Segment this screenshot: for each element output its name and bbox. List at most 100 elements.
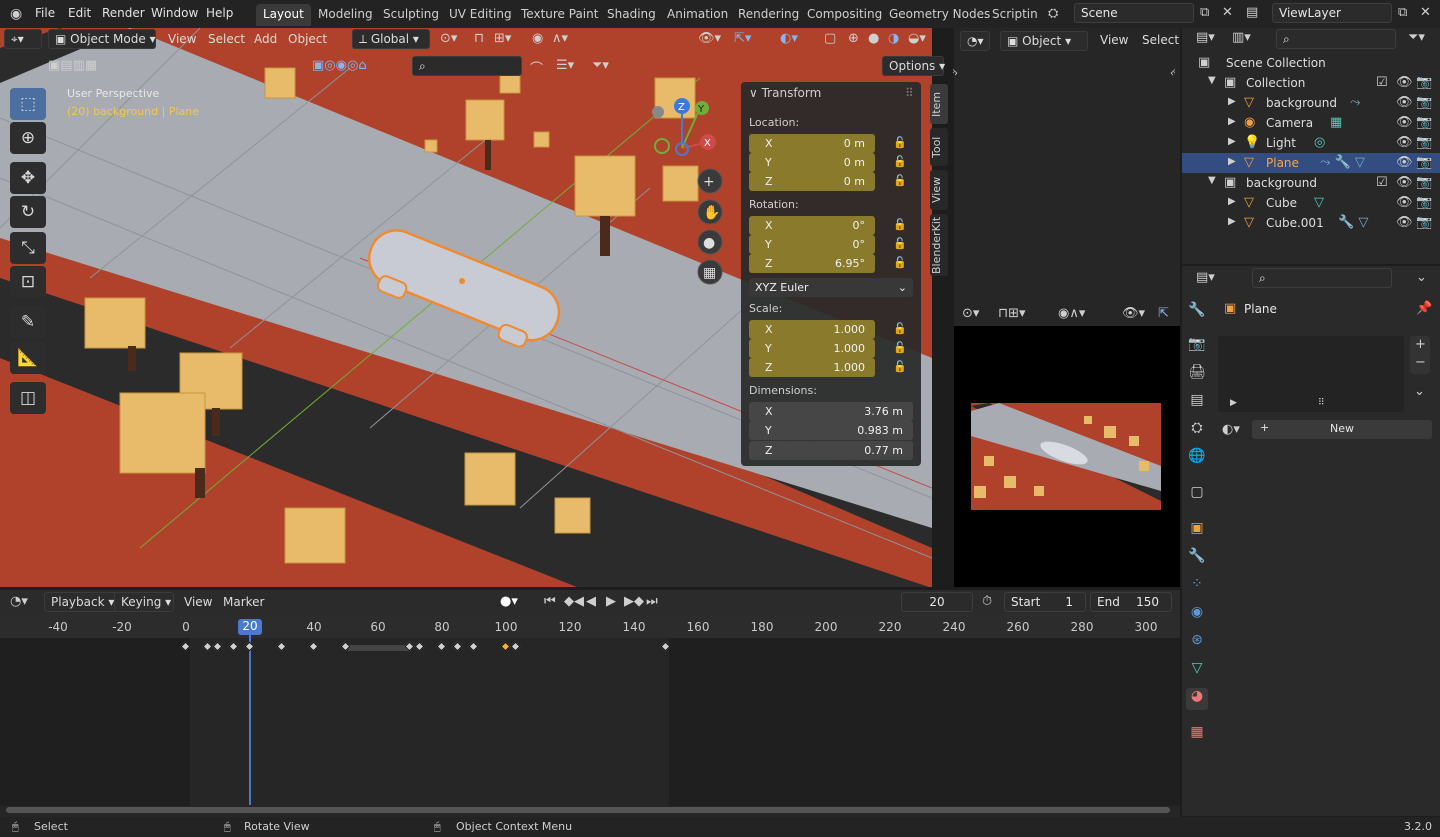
editor-type-icon[interactable]: ▤▾ — [1196, 270, 1215, 285]
jump-end-icon[interactable]: ⏭ — [646, 594, 658, 609]
scene-field[interactable]: Scene — [1074, 3, 1194, 23]
scene-tab-icon[interactable]: ⛭ — [1186, 420, 1208, 442]
tab-geometry-nodes[interactable]: Geometry Nodes — [882, 4, 997, 26]
transform-tool[interactable]: ⊡ — [10, 266, 46, 298]
visibility-icon[interactable]: 👁▾ — [698, 31, 721, 46]
new-material-button[interactable]: + New — [1252, 420, 1432, 439]
material-shading-icon[interactable]: ◑ — [888, 31, 899, 46]
editor-type-icon[interactable]: ◔▾ — [10, 594, 28, 609]
add-cube-tool[interactable]: ◫ — [10, 382, 46, 414]
tab-animation[interactable]: Animation — [660, 4, 735, 26]
eye-icon[interactable]: 👁 — [1396, 75, 1413, 90]
lock-icon[interactable]: 🔓 — [893, 256, 907, 269]
tab-compositing[interactable]: Compositing — [800, 4, 889, 26]
sort-icon[interactable]: ☰▾ — [556, 58, 574, 73]
end-frame-field[interactable]: End 150 — [1090, 592, 1172, 612]
outliner-row-background-collection[interactable]: ▼ ▣ background ☑ 👁 📷 — [1182, 173, 1440, 193]
tab-blenderkit[interactable]: BlenderKit — [930, 214, 948, 276]
expand-icon[interactable]: ▶ — [1228, 96, 1236, 107]
dimensions-x-field[interactable]: X 3.76 m — [749, 402, 913, 421]
eye-icon[interactable]: 👁 — [1396, 195, 1413, 210]
rotation-z-field[interactable]: Z 6.95° — [749, 254, 875, 273]
measure-tool[interactable]: 📐 — [10, 342, 46, 374]
blender-logo-icon[interactable]: ◉ — [10, 6, 22, 22]
stopwatch-icon[interactable]: ⏱ — [982, 594, 992, 609]
outliner-row-light[interactable]: ▶ 💡 Light ◎ 👁 📷 — [1182, 133, 1440, 153]
scale-tool[interactable]: ⤡ — [10, 232, 46, 264]
eye-icon[interactable]: 👁 — [1396, 135, 1413, 150]
material-browse-icon[interactable]: ◐▾ — [1222, 422, 1240, 437]
location-y-field[interactable]: Y 0 m — [749, 153, 875, 172]
camera-render-icon[interactable]: 📷 — [1416, 175, 1432, 190]
tool-tab-icon[interactable]: 🔧 — [1186, 302, 1208, 324]
camera-render-icon[interactable]: 📷 — [1416, 195, 1432, 210]
rendered-shading-icon[interactable]: ◒▾ — [908, 31, 926, 46]
collection-tab-icon[interactable]: ▢ — [1186, 484, 1208, 506]
lock-icon[interactable]: 🔓 — [893, 174, 907, 187]
eye-icon[interactable]: 👁 — [1396, 95, 1413, 110]
pivot-icon[interactable]: ⊙▾ — [962, 306, 979, 321]
lock-icon[interactable]: 🔓 — [893, 341, 907, 354]
menu-window[interactable]: Window — [151, 6, 198, 20]
expand-icon[interactable]: ▶ — [1230, 398, 1237, 408]
editor-type-icon[interactable]: ▤▾ — [1196, 30, 1215, 45]
dimensions-z-field[interactable]: Z 0.77 m — [749, 441, 913, 460]
outliner-row-cube-001[interactable]: ▶ ▽ Cube.001 🔧 ▽ 👁 📷 — [1182, 213, 1440, 233]
world-tab-icon[interactable]: 🌐 — [1186, 448, 1208, 470]
outliner-row-camera[interactable]: ▶ ◉ Camera ▦ 👁 📷 — [1182, 113, 1440, 133]
expand-icon[interactable]: ▶ — [1228, 216, 1236, 227]
remove-slot-icon[interactable]: − — [1415, 355, 1426, 370]
outliner-row-collection[interactable]: ▼ ▣ Collection ☑ 👁 📷 — [1182, 73, 1440, 93]
new-view-layer-icon[interactable]: ⧉ — [1398, 5, 1407, 20]
tab-shading[interactable]: Shading — [600, 4, 663, 26]
tab-texture-paint[interactable]: Texture Paint — [514, 4, 605, 26]
drag-handle-icon[interactable]: ⠿ — [905, 86, 914, 100]
material-slot-list[interactable]: ▶ ⠿ — [1218, 336, 1404, 412]
properties-search-input[interactable]: ⌕ — [1252, 268, 1392, 288]
visibility-icon[interactable]: 👁▾ — [1122, 306, 1145, 321]
play-icon[interactable]: ▶ — [606, 594, 616, 609]
camera-render-icon[interactable]: 📷 — [1416, 135, 1432, 150]
eye-icon[interactable]: 👁 — [1396, 215, 1413, 230]
remove-scene-icon[interactable]: ✕ — [1222, 5, 1233, 20]
data-tab-icon[interactable]: ▽ — [1186, 660, 1208, 682]
overlay-icon[interactable]: ◐▾ — [780, 31, 798, 46]
add-slot-icon[interactable]: + — [1415, 337, 1426, 352]
rotation-y-field[interactable]: Y 0° — [749, 235, 875, 254]
timeline-ruler[interactable]: -40 -20 0 20 40 60 80 100 120 140 160 180 200 220 240 2… — [0, 614, 1180, 638]
pin-icon[interactable]: 📌 — [1416, 301, 1432, 316]
filter-icon[interactable]: ⏷▾ — [1408, 30, 1425, 45]
area-expand-icon[interactable]: › — [952, 66, 956, 77]
annotate-tool[interactable]: ✎ — [10, 306, 46, 338]
camera-menu-view[interactable]: View — [1100, 33, 1128, 47]
menu-help[interactable]: Help — [206, 6, 233, 20]
gizmo-icon[interactable]: ⇱▾ — [734, 31, 751, 46]
cursor-tool[interactable]: ⊕ — [10, 122, 46, 154]
transform-orientation-select[interactable]: ⟂ Global ▾ — [352, 29, 430, 49]
new-scene-icon[interactable]: ⧉ — [1200, 5, 1209, 20]
expand-icon[interactable]: ▶ — [1228, 156, 1236, 167]
filter-icon[interactable]: ⏷▾ — [592, 58, 609, 73]
chevron-down-icon[interactable]: ⌄ — [1414, 384, 1425, 399]
texture-tab-icon[interactable]: ▦ — [1186, 724, 1208, 746]
expand-icon[interactable]: ▶ — [1228, 136, 1236, 147]
camera-menu-select[interactable]: Select — [1142, 33, 1179, 47]
solid-shading-icon[interactable]: ● — [868, 31, 879, 46]
tab-modeling[interactable]: Modeling — [311, 4, 380, 26]
expand-icon[interactable]: ▶ — [1228, 116, 1236, 127]
eye-icon[interactable]: 👁 — [1396, 175, 1413, 190]
snap-icon[interactable]: ⊓ — [474, 31, 484, 46]
select-mode-icons[interactable]: ▣▤▥▦ — [48, 58, 97, 73]
camera-render-icon[interactable]: 📷 — [1416, 75, 1432, 90]
jump-start-icon[interactable]: ⏮ — [544, 594, 556, 609]
expand-icon[interactable]: ▶ — [1228, 196, 1236, 207]
lock-icon[interactable]: 🔓 — [893, 360, 907, 373]
lock-icon[interactable]: 🔓 — [893, 237, 907, 250]
physics-tab-icon[interactable]: ◉ — [1186, 604, 1208, 626]
tab-uv-editing[interactable]: UV Editing — [442, 4, 519, 26]
outliner-search-input[interactable]: ⌕ — [1276, 29, 1396, 49]
lock-icon[interactable]: 🔓 — [893, 155, 907, 168]
viewport-menu-add[interactable]: Add — [254, 32, 277, 46]
tab-layout[interactable]: Layout — [256, 4, 311, 26]
camera-mode-select[interactable]: ▣ Object ▾ — [1000, 31, 1088, 51]
